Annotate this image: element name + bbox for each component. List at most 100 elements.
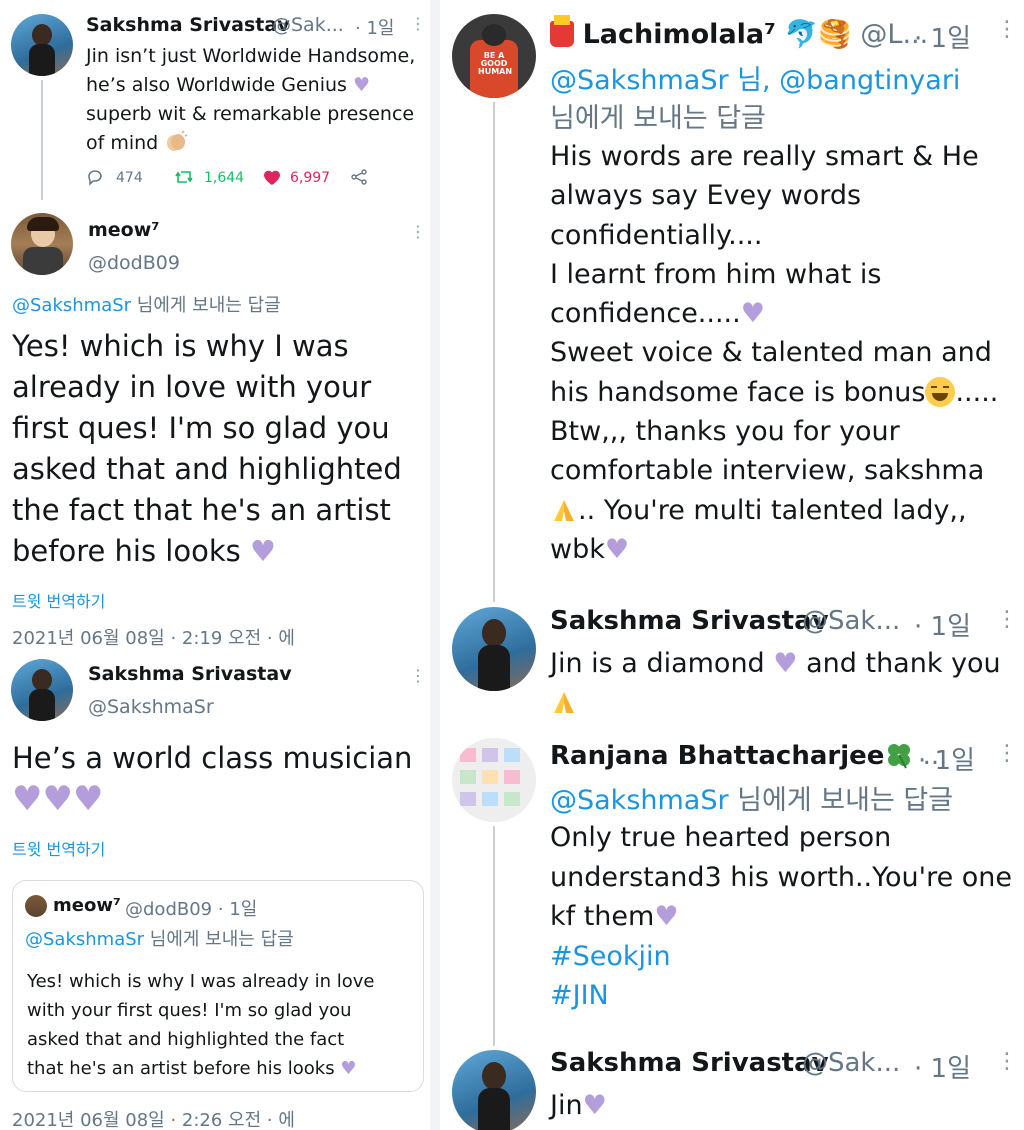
mention-link[interactable]: @SakshmaSr bbox=[550, 785, 729, 816]
tweet-text-line: I learnt from him what is bbox=[550, 258, 882, 290]
tweet-text-line: confidentially.... bbox=[550, 219, 763, 251]
laughing-face-icon bbox=[925, 376, 956, 407]
like-count: 6,997 bbox=[290, 170, 331, 186]
reply-context: @SakshmaSr 님에게 보내는 답글 bbox=[550, 778, 953, 817]
share-icon[interactable] bbox=[350, 168, 368, 186]
clapping-hands-icon bbox=[167, 131, 188, 151]
more-icon[interactable]: ⋮ bbox=[996, 609, 1018, 631]
reply-count: 474 bbox=[116, 170, 143, 186]
tweet-time: · 1일 bbox=[918, 746, 975, 776]
reply-mentions[interactable]: @SakshmaSr 님, @bangtinyari bbox=[550, 58, 960, 97]
tweet-text-line: Jin isn’t just Worldwide Handsome, bbox=[86, 45, 416, 67]
quoted-text: Yes! which is why I was already in love … bbox=[27, 967, 419, 1083]
quoted-text-line: with your first ques! I'm so glad you bbox=[27, 1000, 352, 1021]
author-handle[interactable]: @dodB09 bbox=[88, 252, 180, 274]
mention-link[interactable]: @SakshmaSr bbox=[12, 295, 131, 316]
author-name[interactable]: Sakshma Srivastav bbox=[86, 14, 290, 36]
tweet-text-line: first ques! I'm so glad you bbox=[12, 411, 390, 445]
author-name[interactable]: meow⁷ bbox=[88, 219, 160, 241]
more-icon[interactable]: ⋮ bbox=[996, 1051, 1018, 1073]
tweet-text-line: always say Evey words bbox=[550, 180, 862, 212]
tweet-text-line: confidence.....♥ bbox=[550, 298, 765, 330]
tweet-text-line: the fact that he's an artist bbox=[12, 493, 391, 527]
quoted-author-meta: @dodB09 · 1일 bbox=[125, 899, 258, 920]
quoted-text-line: that he's an artist before his looks ♥ bbox=[27, 1058, 357, 1079]
tweet-time: · 1일 bbox=[914, 24, 971, 54]
tweet-text-line: He’s a world class musician bbox=[12, 741, 413, 775]
purple-heart-icon: ♥ bbox=[352, 74, 371, 96]
tweet-text-line: his handsome face is bonus..... bbox=[550, 376, 999, 408]
tweet-text-line: Sweet voice & talented man and bbox=[550, 337, 992, 369]
avatar[interactable] bbox=[11, 213, 73, 275]
author-handle[interactable]: @SakshmaSr bbox=[88, 696, 214, 718]
folded-hands-icon bbox=[554, 499, 574, 521]
purple-heart-icon: ♥ bbox=[740, 298, 765, 330]
tweet-text-line: asked that and highlighted bbox=[12, 452, 402, 486]
fries-icon bbox=[550, 15, 574, 47]
screenshot-divider bbox=[430, 0, 440, 1130]
hashtag-link[interactable]: #Seokjin bbox=[550, 937, 1020, 977]
tweet-time: · 1일 bbox=[914, 612, 971, 642]
purple-heart-icon: ♥ bbox=[249, 534, 276, 568]
tweet-text-line: comfortable interview, sakshma bbox=[550, 455, 985, 487]
more-icon[interactable]: ⋮ bbox=[410, 668, 426, 684]
reply-context-text: 님에게 보내는 답글 bbox=[550, 103, 766, 134]
translate-link[interactable]: 트윗 번역하기 bbox=[12, 588, 105, 612]
tweet-text: Jin♥ bbox=[550, 1086, 607, 1125]
avatar bbox=[25, 895, 47, 917]
avatar[interactable] bbox=[452, 1050, 536, 1130]
pancake-icon: 🥞 bbox=[818, 19, 852, 50]
avatar[interactable] bbox=[11, 659, 73, 721]
quoted-text-line: asked that and highlighted the fact bbox=[27, 1029, 345, 1050]
tweet-text-line: Yes! which is why I was bbox=[12, 329, 349, 363]
tweet-text-line bbox=[550, 683, 1020, 722]
tweet-text-line: Jin is a diamond ♥ and thank you bbox=[550, 648, 1001, 679]
quoted-tweet[interactable]: meow⁷ @dodB09 · 1일 @SakshmaSr 님에게 보내는 답글… bbox=[12, 880, 424, 1092]
more-icon[interactable]: ⋮ bbox=[410, 224, 426, 240]
avatar[interactable] bbox=[452, 607, 536, 691]
avatar[interactable]: BE A GOOD HUMAN bbox=[452, 14, 536, 98]
tweet-text-line: already in love with your bbox=[12, 370, 372, 404]
left-screenshot: Sakshma Srivastav @Sak... · 1일 ⋮ Jin isn… bbox=[0, 0, 430, 1130]
tweet-text: Jin is a diamond ♥ and thank you bbox=[550, 644, 1020, 722]
more-icon[interactable]: ⋮ bbox=[410, 16, 426, 32]
translate-link[interactable]: 트윗 번역하기 bbox=[12, 836, 105, 860]
author-handle[interactable]: @Sak... bbox=[272, 14, 344, 36]
purple-heart-icons: ♥♥♥ bbox=[12, 779, 104, 819]
tweet-timestamp: 2021년 06월 08일 · 2:19 오전 · 에 bbox=[12, 628, 295, 649]
reply-icon[interactable] bbox=[86, 168, 104, 186]
author-name[interactable]: Sakshma Srivastav bbox=[88, 663, 292, 685]
author-name[interactable]: Sakshma Srivastav bbox=[550, 606, 829, 636]
tweet-text-line: kf them♥ bbox=[550, 901, 679, 932]
tweet-text-line: Btw,,, thanks you for your bbox=[550, 416, 900, 448]
purple-heart-icon: ♥ bbox=[654, 901, 679, 932]
more-icon[interactable]: ⋮ bbox=[996, 19, 1018, 41]
retweet-icon[interactable] bbox=[174, 168, 194, 186]
tweet-text: Only true hearted person understand3 his… bbox=[550, 818, 1020, 1016]
purple-heart-icon: ♥ bbox=[773, 648, 798, 679]
author-handle[interactable]: @Sak... bbox=[802, 606, 900, 636]
tweet-text-line: superb wit & remarkable presence bbox=[86, 103, 415, 125]
avatar[interactable] bbox=[452, 738, 536, 822]
tweet-text: He’s a world class musician ♥♥♥ bbox=[12, 738, 427, 820]
quoted-author-name: meow⁷ bbox=[53, 895, 121, 916]
avatar[interactable] bbox=[11, 14, 73, 76]
reply-context-text: 님에게 보내는 답글 bbox=[131, 295, 281, 316]
quoted-text-line: Yes! which is why I was already in love bbox=[27, 971, 375, 992]
like-icon[interactable] bbox=[262, 168, 282, 186]
purple-heart-icon: ♥ bbox=[604, 533, 630, 565]
more-icon[interactable]: ⋮ bbox=[996, 743, 1018, 765]
tweet-text-line: Only true hearted person bbox=[550, 822, 892, 853]
author-name[interactable]: Lachimolala⁷ bbox=[583, 19, 776, 50]
author-name[interactable]: Ranjana Bhattacharjee bbox=[550, 741, 884, 771]
reply-context-text: 님에게 보내는 답글 bbox=[144, 929, 294, 950]
tweet-text: His words are really smart & He always s… bbox=[550, 137, 1020, 569]
hashtag-link[interactable]: #JIN bbox=[550, 976, 1020, 1016]
author-line: Lachimolala⁷ 🐬🥞 @L... bbox=[550, 15, 928, 50]
author-name[interactable]: Sakshma Srivastav bbox=[550, 1048, 829, 1078]
author-handle[interactable]: @Sak... bbox=[802, 1048, 900, 1078]
tweet-text: Yes! which is why I was already in love … bbox=[12, 326, 427, 572]
dolphin-icon: 🐬 bbox=[784, 19, 819, 50]
reply-context: @SakshmaSr 님에게 보내는 답글 bbox=[12, 291, 281, 317]
author-line: Ranjana Bhattacharjee ... bbox=[550, 740, 947, 771]
